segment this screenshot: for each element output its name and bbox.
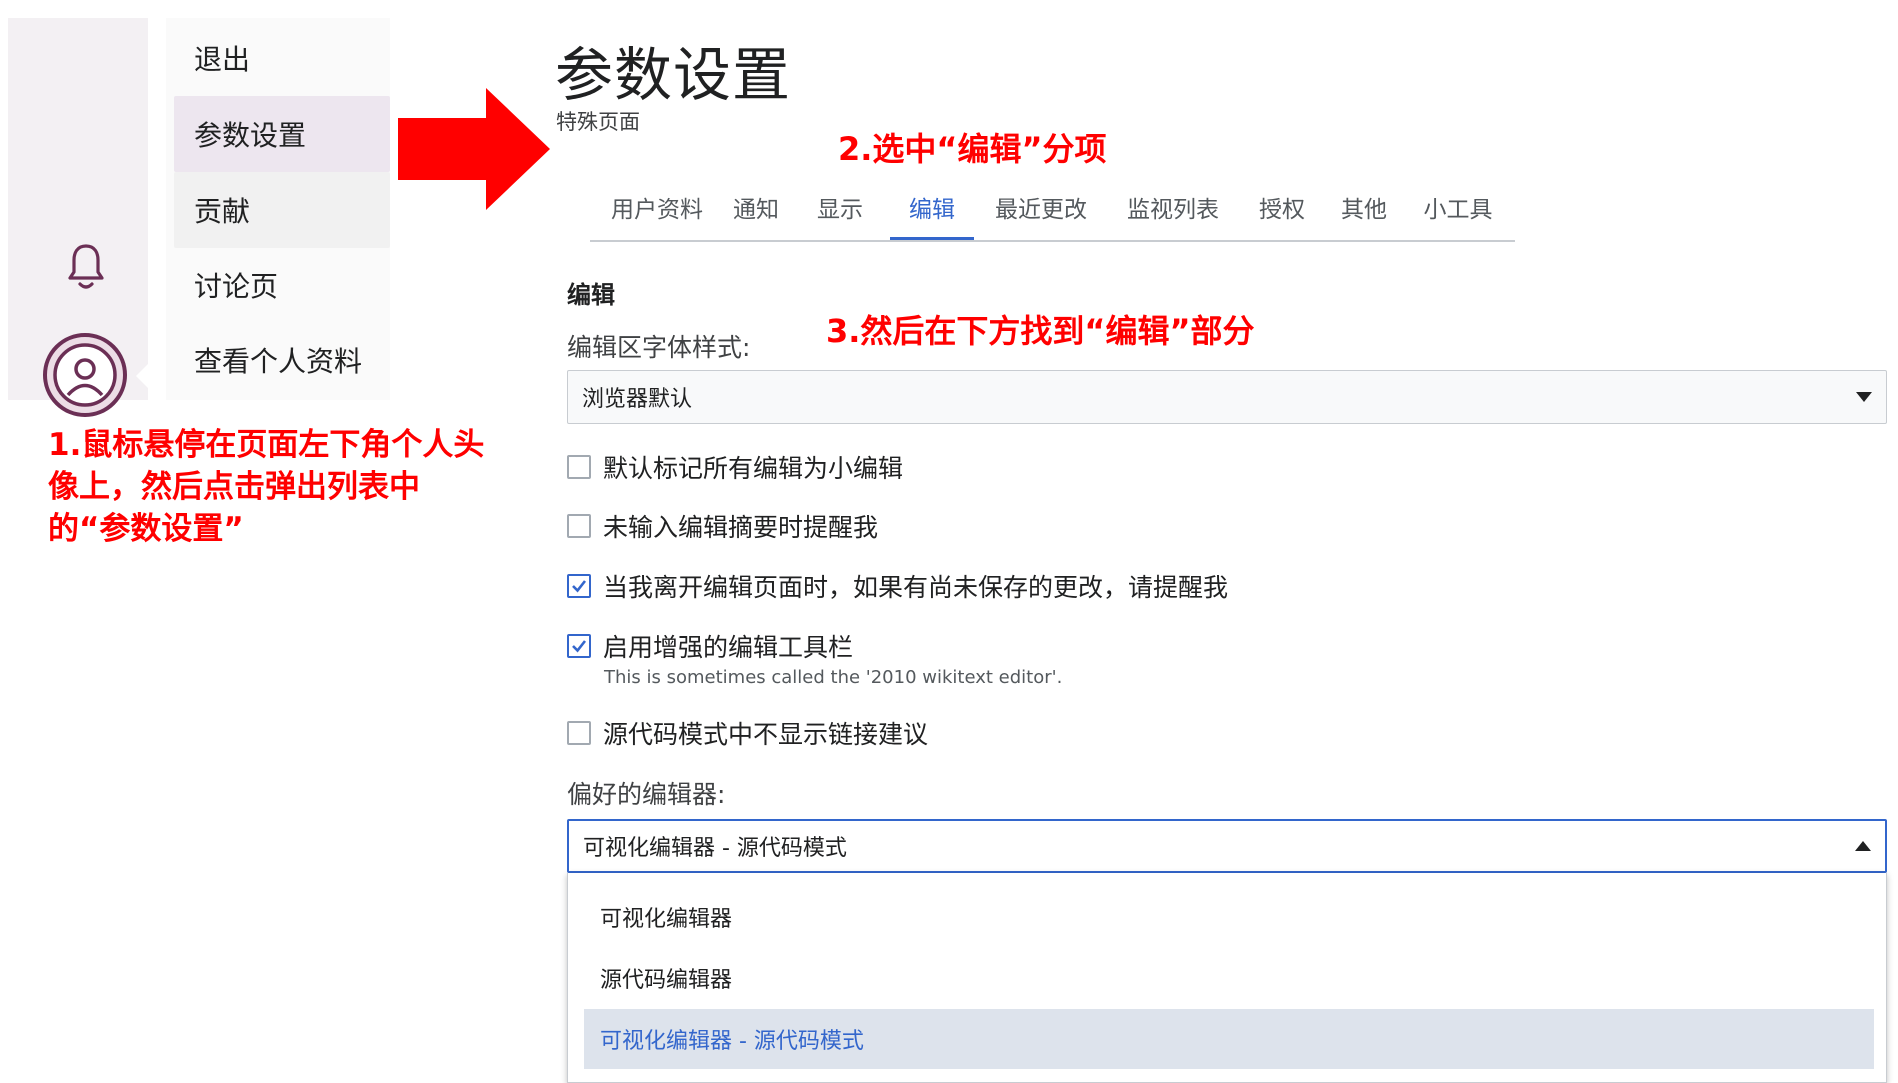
preferred-editor-value: 可视化编辑器 - 源代码模式: [583, 836, 847, 861]
tab-notifications[interactable]: 通知: [726, 180, 786, 238]
section-heading-editing: 编辑: [567, 281, 615, 309]
sidebar-strip: [8, 18, 148, 417]
option-label: 源代码编辑器: [600, 968, 733, 993]
checkbox-row-summary-reminder[interactable]: 未输入编辑摘要时提醒我: [567, 508, 878, 544]
triangle-down-icon: [1856, 392, 1872, 402]
checkmark-icon: [572, 580, 587, 593]
tab-appearance[interactable]: 显示: [810, 180, 870, 238]
menu-pointer: [136, 358, 154, 394]
checkbox-row-unsaved-warning[interactable]: 当我离开编辑页面时，如果有尚未保存的更改，请提醒我: [567, 568, 1228, 604]
tab-label: 用户资料: [611, 197, 703, 223]
checkbox-label: 默认标记所有编辑为小编辑: [603, 454, 904, 483]
tab-watchlist[interactable]: 监视列表: [1120, 180, 1226, 238]
menu-item-label: 讨论页: [194, 270, 279, 303]
tab-authorization[interactable]: 授权: [1252, 180, 1312, 238]
checkbox-minor-edit[interactable]: [567, 455, 591, 479]
checkbox-label: 未输入编辑摘要时提醒我: [603, 513, 879, 542]
menu-item-label: 查看个人资料: [194, 345, 363, 378]
option-label: 可视化编辑器 - 源代码模式: [600, 1029, 864, 1054]
tab-label: 小工具: [1423, 197, 1493, 223]
user-menu-list: 退出 参数设置 贡献 讨论页 查看个人资料: [166, 18, 390, 400]
editor-option-source[interactable]: 源代码编辑器: [584, 948, 1874, 1008]
tab-label: 编辑: [909, 197, 955, 223]
checkbox-label: 源代码模式中不显示链接建议: [603, 720, 929, 749]
checkbox-row-no-link-suggestions[interactable]: 源代码模式中不显示链接建议: [567, 715, 928, 751]
bell-icon[interactable]: [66, 240, 106, 296]
preferred-editor-label: 偏好的编辑器:: [567, 780, 726, 809]
option-label: 可视化编辑器: [600, 907, 733, 932]
tab-user-profile[interactable]: 用户资料: [604, 180, 710, 238]
checkmark-icon: [572, 640, 587, 653]
page-subtitle: 特殊页面: [556, 110, 640, 134]
tab-label: 通知: [733, 197, 779, 223]
red-arrow-icon: [398, 88, 550, 210]
page-title: 参数设置: [555, 41, 792, 109]
checkbox-row-enhanced-toolbar[interactable]: 启用增强的编辑工具栏: [567, 628, 853, 664]
tab-label: 监视列表: [1127, 197, 1219, 223]
tab-editing[interactable]: 编辑: [890, 180, 974, 240]
preferred-editor-select[interactable]: 可视化编辑器 - 源代码模式: [567, 819, 1887, 873]
font-style-value: 浏览器默认: [582, 387, 693, 412]
checkbox-label: 启用增强的编辑工具栏: [603, 633, 854, 662]
preferences-tabs: 用户资料 通知 显示 编辑 最近更改 监视列表 授权 其他 小工具: [590, 180, 1515, 242]
font-style-select[interactable]: 浏览器默认: [567, 370, 1887, 424]
menu-item-label: 退出: [194, 43, 251, 76]
menu-item-view-profile[interactable]: 查看个人资料: [174, 322, 390, 398]
menu-item-logout[interactable]: 退出: [174, 20, 390, 96]
font-style-label: 编辑区字体样式:: [567, 333, 751, 362]
checkbox-enhanced-toolbar[interactable]: [567, 634, 591, 658]
user-avatar-icon[interactable]: [42, 332, 128, 418]
tab-gadgets[interactable]: 小工具: [1416, 180, 1500, 238]
tab-label: 其他: [1341, 197, 1387, 223]
triangle-up-icon: [1855, 841, 1871, 851]
tab-label: 显示: [817, 197, 863, 223]
tab-label: 最近更改: [995, 197, 1087, 223]
checkbox-summary-reminder[interactable]: [567, 514, 591, 538]
menu-item-label: 贡献: [194, 195, 251, 228]
menu-item-contributions[interactable]: 贡献: [174, 172, 390, 248]
menu-item-talk[interactable]: 讨论页: [174, 247, 390, 323]
checkbox-no-link-suggestions[interactable]: [567, 721, 591, 745]
annotation-step-2: 2.选中“编辑”分项: [838, 130, 1107, 168]
tab-recent-changes[interactable]: 最近更改: [988, 180, 1094, 238]
preferred-editor-dropdown: 可视化编辑器 源代码编辑器 可视化编辑器 - 源代码模式: [567, 873, 1887, 1083]
checkbox-unsaved-warning[interactable]: [567, 574, 591, 598]
menu-item-label: 参数设置: [194, 119, 307, 152]
checkbox-row-minor-edit[interactable]: 默认标记所有编辑为小编辑: [567, 449, 903, 485]
editor-option-visual[interactable]: 可视化编辑器: [584, 887, 1874, 947]
annotation-step-1: 1.鼠标悬停在页面左下角个人头像上，然后点击弹出列表中的“参数设置”: [48, 427, 485, 547]
editor-option-visual-source-mode[interactable]: 可视化编辑器 - 源代码模式: [584, 1009, 1874, 1069]
annotation-step-3: 3.然后在下方找到“编辑”部分: [826, 312, 1255, 350]
checkbox-label: 当我离开编辑页面时，如果有尚未保存的更改，请提醒我: [603, 573, 1229, 602]
user-menu-popup: 退出 参数设置 贡献 讨论页 查看个人资料: [8, 18, 393, 417]
tab-other[interactable]: 其他: [1334, 180, 1394, 238]
tab-label: 授权: [1259, 197, 1305, 223]
menu-item-preferences[interactable]: 参数设置: [174, 96, 390, 172]
toolbar-help-text: This is sometimes called the '2010 wikit…: [604, 667, 1063, 688]
